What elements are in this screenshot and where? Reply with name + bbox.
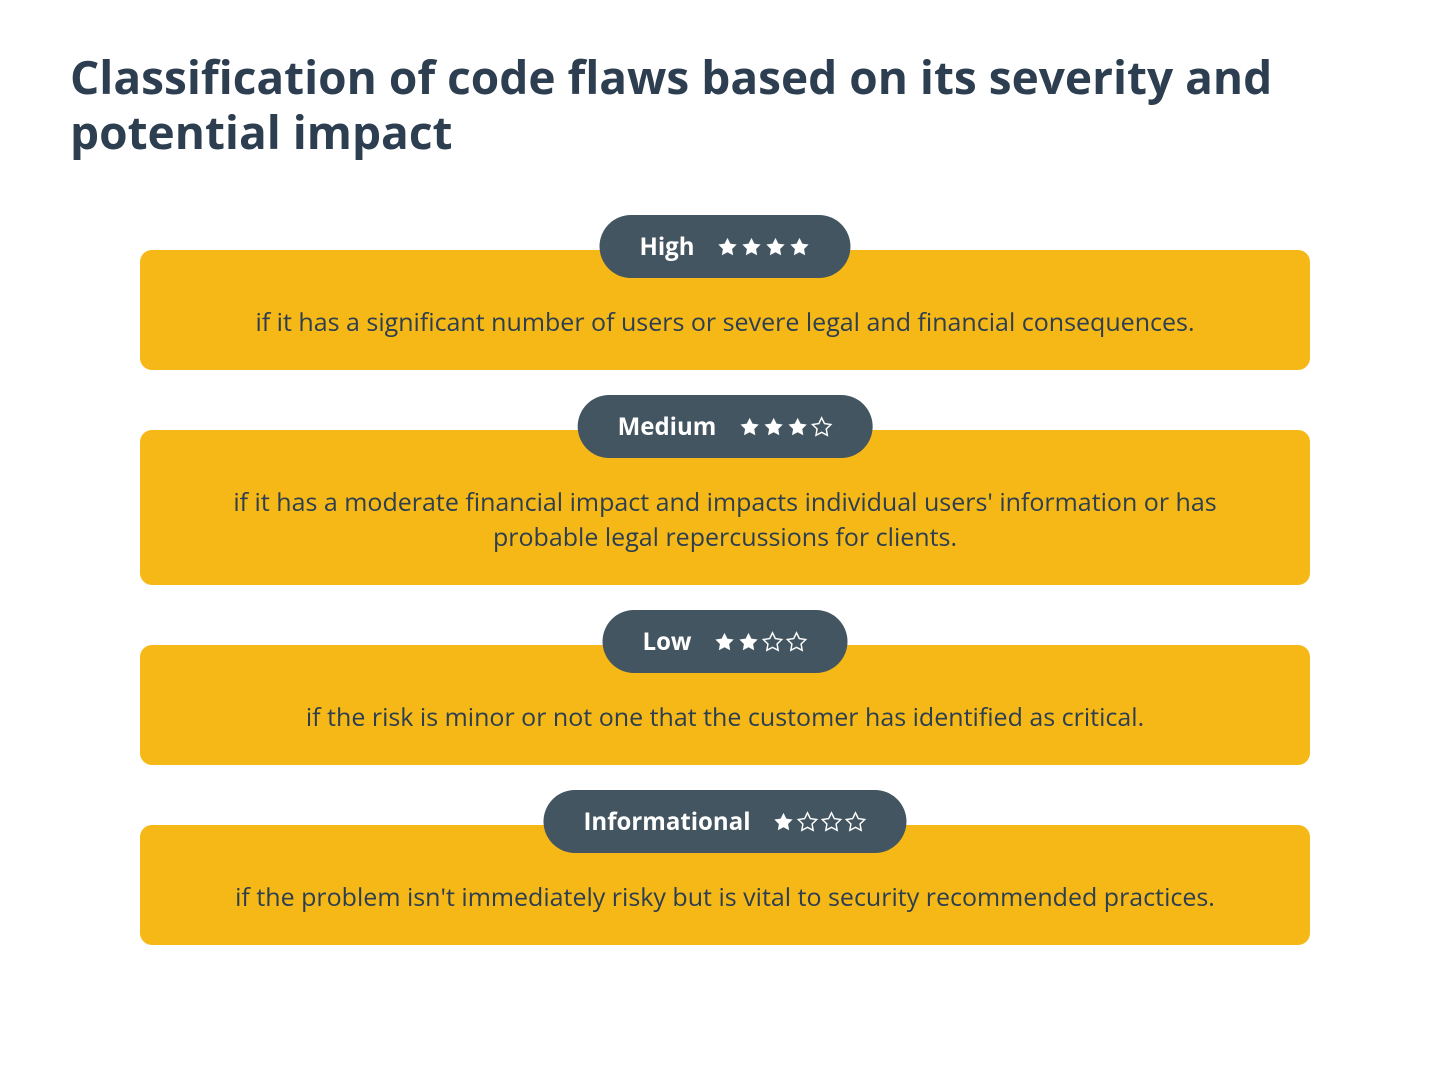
severity-pill: Medium [578,395,873,458]
severity-label: Informational [583,805,750,838]
severity-label: Medium [618,410,717,443]
severity-item-medium: Medium if it has a moderate financial im… [140,430,1310,585]
severity-item-low: Low if the risk is minor or not one that… [140,645,1310,765]
severity-description-text: if the problem isn't immediately risky b… [190,880,1260,915]
star-filled-icon [765,236,787,258]
star-filled-icon [789,236,811,258]
star-empty-icon [761,631,783,653]
star-empty-icon [810,416,832,438]
severity-stars [738,416,832,438]
severity-item-high: High if it has a significant number of u… [140,250,1310,370]
star-filled-icon [737,631,759,653]
star-filled-icon [713,631,735,653]
star-empty-icon [785,631,807,653]
star-empty-icon [821,811,843,833]
star-empty-icon [845,811,867,833]
star-filled-icon [786,416,808,438]
severity-label: Low [643,625,692,658]
star-empty-icon [797,811,819,833]
severity-list: High if it has a significant number of u… [70,250,1380,945]
severity-stars [773,811,867,833]
severity-item-informational: Informational if the problem isn't immed… [140,825,1310,945]
severity-pill: Informational [543,790,906,853]
severity-pill: High [599,215,850,278]
severity-pill: Low [603,610,848,673]
severity-description-text: if the risk is minor or not one that the… [190,700,1260,735]
severity-label: High [639,230,694,263]
star-filled-icon [741,236,763,258]
star-filled-icon [773,811,795,833]
severity-description-text: if it has a moderate financial impact an… [190,485,1260,555]
severity-stars [713,631,807,653]
star-filled-icon [762,416,784,438]
star-filled-icon [738,416,760,438]
severity-description-text: if it has a significant number of users … [190,305,1260,340]
severity-stars [717,236,811,258]
star-filled-icon [717,236,739,258]
page-title: Classification of code flaws based on it… [70,50,1380,160]
